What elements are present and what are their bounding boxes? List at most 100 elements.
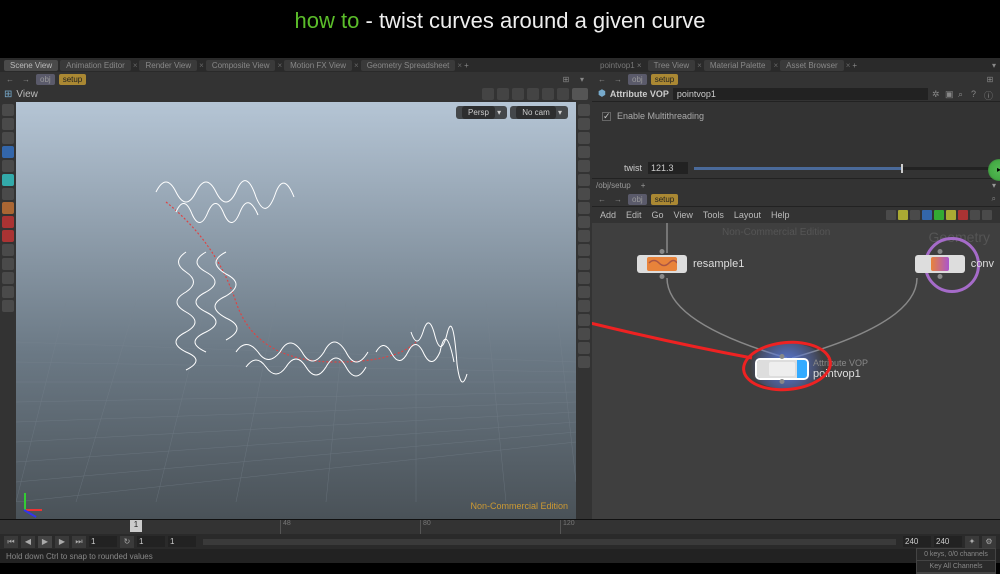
current-frame-field[interactable]: 1 <box>89 536 117 547</box>
menu-icon[interactable]: ▾ <box>576 75 588 84</box>
tool-icon[interactable] <box>2 300 14 312</box>
menu-tools[interactable]: Tools <box>703 210 724 220</box>
add-tab-icon[interactable]: + <box>464 61 469 70</box>
display-icon[interactable] <box>578 300 590 312</box>
end-frame-field[interactable]: 240 <box>934 536 962 547</box>
display-icon[interactable] <box>578 272 590 284</box>
tab-tree-view[interactable]: Tree View <box>648 60 696 71</box>
tab-geo-spreadsheet[interactable]: Geometry Spreadsheet <box>361 60 456 71</box>
range-end-field[interactable]: 240 <box>903 536 931 547</box>
menu-icon[interactable]: ▾ <box>992 181 996 190</box>
menu-icon[interactable]: ▾ <box>992 61 996 70</box>
net-tool-icon[interactable] <box>886 210 896 220</box>
crumb-obj[interactable]: obj <box>36 74 55 85</box>
next-frame-button[interactable]: ▶ <box>55 536 69 548</box>
nav-fwd-icon[interactable]: → <box>20 75 32 84</box>
crumb-setup[interactable]: setup <box>59 74 87 85</box>
tool-icon[interactable] <box>2 202 14 214</box>
net-tool-icon[interactable] <box>898 210 908 220</box>
menu-view[interactable]: View <box>674 210 693 220</box>
key-icon[interactable]: ✦ <box>965 536 979 548</box>
tab-material-palette[interactable]: Material Palette <box>704 60 772 71</box>
settings-icon[interactable]: ⚙ <box>982 536 996 548</box>
tool-icon[interactable] <box>512 88 524 100</box>
net-tool-icon[interactable] <box>958 210 968 220</box>
playhead[interactable]: 1 <box>130 520 142 532</box>
tool-icon[interactable] <box>2 132 14 144</box>
pin-icon[interactable]: ⊞ <box>560 75 572 84</box>
tool-icon[interactable] <box>2 118 14 130</box>
display-icon[interactable] <box>578 314 590 326</box>
tool-icon[interactable] <box>572 88 588 100</box>
tab-asset-browser[interactable]: Asset Browser <box>780 60 844 71</box>
tab-anim-editor[interactable]: Animation Editor <box>60 60 131 71</box>
tool-icon[interactable] <box>2 286 14 298</box>
display-icon[interactable] <box>578 286 590 298</box>
camera-dropdown[interactable]: Persp ▾ <box>456 106 507 119</box>
display-icon[interactable] <box>578 146 590 158</box>
tool-icon[interactable] <box>2 160 14 172</box>
display-icon[interactable] <box>578 132 590 144</box>
crumb-obj[interactable]: obj <box>628 194 647 205</box>
help-icon[interactable]: ? <box>971 89 981 99</box>
net-tool-icon[interactable] <box>922 210 932 220</box>
tool-icon[interactable] <box>2 174 14 186</box>
tool-icon[interactable] <box>527 88 539 100</box>
tool-icon[interactable] <box>2 244 14 256</box>
menu-edit[interactable]: Edit <box>626 210 642 220</box>
tool-icon[interactable] <box>2 146 14 158</box>
display-icon[interactable] <box>578 118 590 130</box>
play-button[interactable]: ▶ <box>38 536 52 548</box>
net-tool-icon[interactable] <box>970 210 980 220</box>
display-icon[interactable] <box>578 342 590 354</box>
tab-composite[interactable]: Composite View <box>206 60 276 71</box>
menu-help[interactable]: Help <box>771 210 790 220</box>
nav-fwd-icon[interactable]: → <box>612 75 624 84</box>
display-icon[interactable] <box>578 188 590 200</box>
menu-layout[interactable]: Layout <box>734 210 761 220</box>
range-start-field[interactable]: 1 <box>168 536 196 547</box>
viewport-3d[interactable]: Persp ▾ No cam ▾ Non-Commercial Edition <box>16 102 576 519</box>
tab-scene-view[interactable]: Scene View <box>4 60 58 71</box>
net-tool-icon[interactable] <box>982 210 992 220</box>
net-tool-icon[interactable] <box>910 210 920 220</box>
tool-icon[interactable] <box>2 188 14 200</box>
search-icon[interactable]: ⌕ <box>992 194 996 204</box>
net-tool-icon[interactable] <box>946 210 956 220</box>
tool-icon[interactable] <box>542 88 554 100</box>
display-icon[interactable] <box>578 160 590 172</box>
net-tool-icon[interactable] <box>934 210 944 220</box>
tool-icon[interactable] <box>482 88 494 100</box>
nav-back-icon[interactable]: ← <box>4 75 16 84</box>
twist-slider[interactable] <box>694 167 990 170</box>
tool-icon[interactable] <box>497 88 509 100</box>
tool-icon[interactable] <box>2 258 14 270</box>
crumb-setup[interactable]: setup <box>651 194 679 205</box>
menu-add[interactable]: Add <box>600 210 616 220</box>
loop-icon[interactable]: ↻ <box>120 536 134 548</box>
display-icon[interactable] <box>578 230 590 242</box>
display-icon[interactable] <box>578 328 590 340</box>
network-canvas[interactable]: Non-Commercial Edition Geometry resample… <box>592 223 1000 519</box>
search-icon[interactable]: ⌕ <box>958 89 968 99</box>
flag-icon[interactable]: ▣ <box>945 89 955 99</box>
tool-icon[interactable] <box>2 230 14 242</box>
pin-icon[interactable]: ⊞ <box>984 75 996 84</box>
display-dropdown[interactable]: No cam ▾ <box>510 106 568 119</box>
tool-icon[interactable] <box>2 216 14 228</box>
tab-motionfx[interactable]: Motion FX View <box>284 60 352 71</box>
network-path[interactable]: /obj/setup <box>596 181 631 190</box>
tool-icon[interactable] <box>557 88 569 100</box>
select-icon[interactable] <box>2 104 14 116</box>
info-icon[interactable]: ⓘ <box>984 89 994 99</box>
crumb-setup[interactable]: setup <box>651 74 679 85</box>
nav-back-icon[interactable]: ← <box>596 195 608 204</box>
display-icon[interactable] <box>578 258 590 270</box>
nav-fwd-icon[interactable]: → <box>612 195 624 204</box>
crumb-obj[interactable]: obj <box>628 74 647 85</box>
display-icon[interactable] <box>578 356 590 368</box>
timeline-ruler[interactable]: 1 4880120 <box>0 520 1000 534</box>
node-name-field[interactable]: pointvop1 <box>673 88 928 100</box>
add-tab-icon[interactable]: + <box>852 61 857 70</box>
node-convert[interactable]: conv <box>915 255 994 273</box>
